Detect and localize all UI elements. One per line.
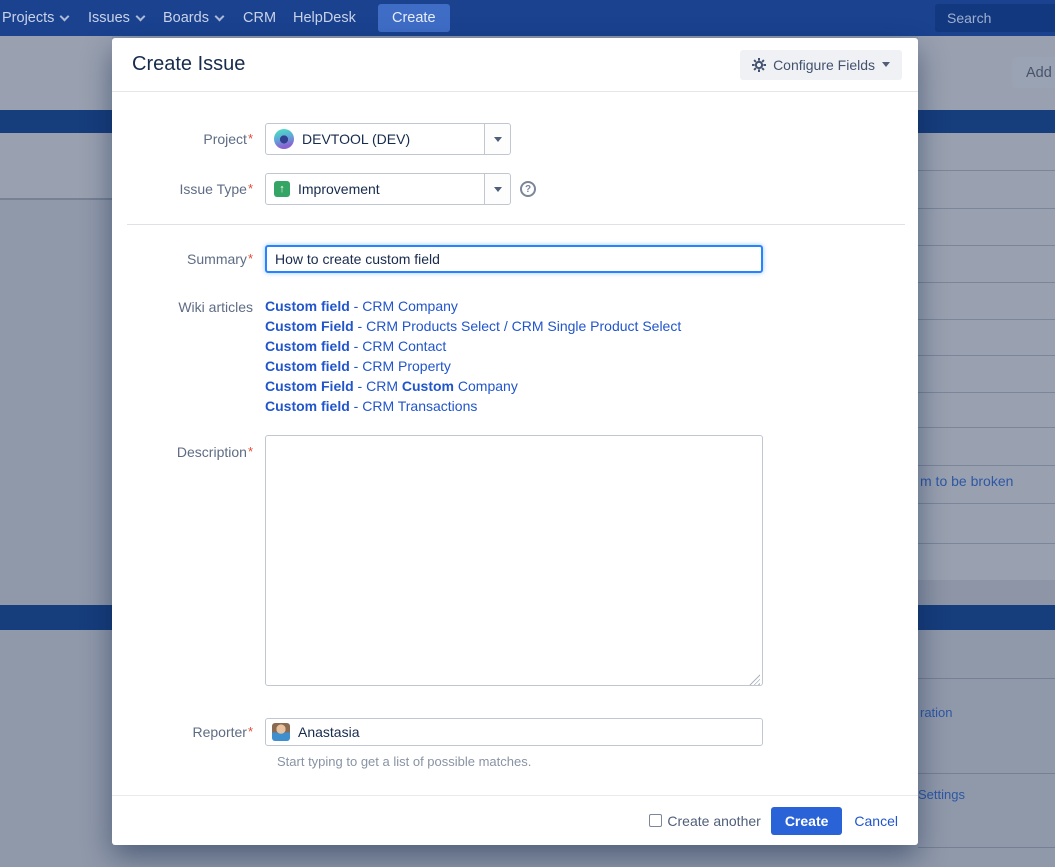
- required-mark: *: [248, 251, 253, 266]
- top-nav: Projects Issues Boards CRM HelpDesk Crea…: [0, 0, 1055, 36]
- project-label: Project*: [112, 131, 265, 147]
- reporter-value: Anastasia: [298, 724, 359, 740]
- nav-item-label: HelpDesk: [293, 10, 356, 26]
- dialog-footer: Create another Create Cancel: [112, 795, 918, 845]
- project-select-caret-button[interactable]: [484, 124, 510, 154]
- reporter-avatar: [272, 723, 290, 741]
- nav-item-label: Boards: [163, 10, 209, 26]
- create-button[interactable]: Create: [771, 807, 843, 835]
- create-another-checkbox[interactable]: [649, 814, 662, 827]
- chevron-down-icon: [215, 11, 225, 21]
- bg-row-divider: [918, 282, 1055, 283]
- bg-row-divider: [918, 392, 1055, 393]
- configure-fields-button[interactable]: Configure Fields: [740, 50, 902, 80]
- dialog-title: Create Issue: [132, 53, 245, 76]
- bg-row-divider: [918, 503, 1055, 504]
- issue-type-select-caret-button[interactable]: [484, 174, 510, 204]
- nav-item-label: Projects: [2, 10, 54, 26]
- dropdown-caret-icon: [494, 137, 502, 142]
- bg-row: [918, 580, 1055, 605]
- required-mark: *: [248, 181, 253, 196]
- section-divider: [127, 224, 905, 225]
- create-issue-nav-button[interactable]: Create: [378, 4, 450, 32]
- required-mark: *: [248, 131, 253, 146]
- improvement-type-icon: ↑: [274, 181, 290, 197]
- search-input[interactable]: [935, 4, 1055, 32]
- project-select-value: DEVTOOL (DEV): [302, 131, 410, 147]
- configure-fields-label: Configure Fields: [773, 57, 875, 73]
- wiki-article-link[interactable]: Custom Field - CRM Products Select / CRM…: [265, 316, 681, 336]
- issue-type-select[interactable]: ↑ Improvement: [265, 173, 511, 205]
- help-icon[interactable]: ?: [520, 181, 536, 197]
- nav-item-label: Issues: [88, 10, 130, 26]
- bg-row-divider: [918, 427, 1055, 428]
- bg-row-divider: [918, 355, 1055, 356]
- dropdown-caret-icon: [882, 62, 890, 67]
- bg-issue-link: m to be broken: [920, 473, 1013, 489]
- wiki-article-link[interactable]: Custom field - CRM Company: [265, 296, 681, 316]
- issue-type-select-value: Improvement: [298, 181, 380, 197]
- wiki-article-link[interactable]: Custom field - CRM Contact: [265, 336, 681, 356]
- bg-row-divider: [918, 170, 1055, 171]
- chevron-down-icon: [60, 11, 70, 21]
- bg-ration-link: ration: [920, 705, 953, 720]
- required-mark: *: [248, 724, 253, 739]
- project-select[interactable]: DEVTOOL (DEV): [265, 123, 511, 155]
- bg-row-divider: [918, 208, 1055, 209]
- create-another-option[interactable]: Create another: [649, 813, 760, 829]
- nav-item-projects[interactable]: Projects: [2, 0, 68, 36]
- create-another-label: Create another: [667, 813, 760, 829]
- wiki-article-link[interactable]: Custom field - CRM Transactions: [265, 396, 681, 416]
- dropdown-caret-icon: [494, 187, 502, 192]
- bg-row-divider: [918, 319, 1055, 320]
- cancel-link[interactable]: Cancel: [854, 813, 898, 829]
- project-avatar-icon: [274, 129, 294, 149]
- wiki-articles-list: Custom field - CRM Company Custom Field …: [265, 296, 681, 416]
- nav-item-boards[interactable]: Boards: [163, 0, 223, 36]
- wiki-articles-label: Wiki articles: [112, 296, 265, 416]
- required-mark: *: [248, 444, 253, 459]
- reporter-label: Reporter*: [112, 724, 265, 740]
- description-textarea[interactable]: [265, 435, 763, 686]
- nav-item-issues[interactable]: Issues: [88, 0, 144, 36]
- bg-row-divider: [918, 773, 1055, 774]
- wiki-article-link[interactable]: Custom field - CRM Property: [265, 356, 681, 376]
- nav-item-label: CRM: [243, 10, 276, 26]
- bg-settings-link: Settings: [918, 787, 965, 802]
- nav-item-crm[interactable]: CRM: [243, 0, 276, 36]
- bg-row-divider: [918, 543, 1055, 544]
- reporter-field[interactable]: Anastasia: [265, 718, 763, 746]
- issue-type-label: Issue Type*: [112, 181, 265, 197]
- create-issue-dialog: Create Issue Configure Fields Project* D…: [112, 38, 918, 845]
- chevron-down-icon: [135, 11, 145, 21]
- nav-item-helpdesk[interactable]: HelpDesk: [293, 0, 356, 36]
- summary-label: Summary*: [112, 251, 265, 267]
- bg-row-divider: [918, 245, 1055, 246]
- wiki-article-link[interactable]: Custom Field - CRM Custom Company: [265, 376, 681, 396]
- reporter-hint: Start typing to get a list of possible m…: [277, 754, 918, 769]
- summary-input[interactable]: [265, 245, 763, 273]
- dialog-header: Create Issue Configure Fields: [112, 38, 918, 92]
- bg-row-divider: [918, 465, 1055, 466]
- gear-icon: [752, 58, 766, 72]
- bg-row-divider: [918, 678, 1055, 679]
- bg-row-divider: [918, 847, 1055, 848]
- description-label: Description*: [112, 435, 265, 691]
- add-gadget-button: Add g: [1012, 57, 1055, 88]
- dialog-body: Project* DEVTOOL (DEV) Issue Type* ↑: [112, 123, 918, 769]
